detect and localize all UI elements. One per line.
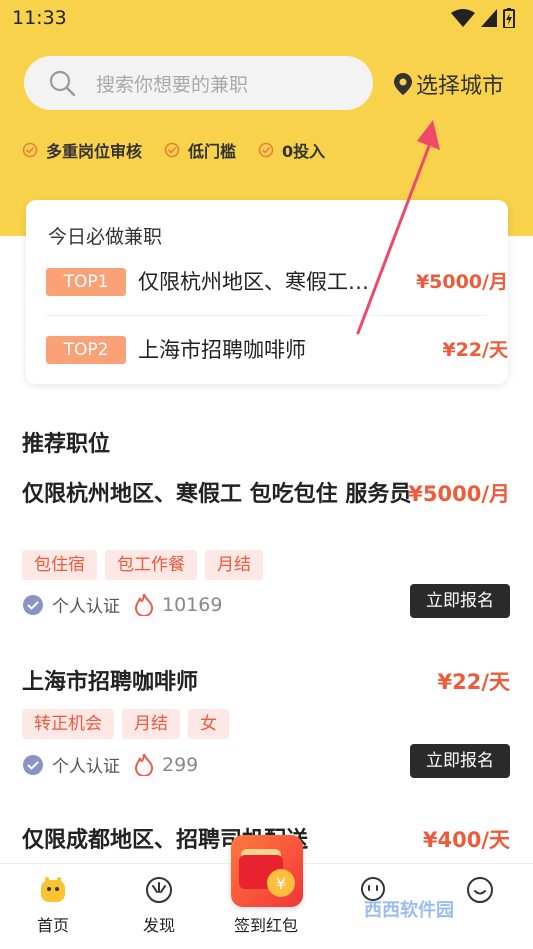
apply-button[interactable]: 立即报名 (410, 584, 510, 618)
top-rank-badge: TOP1 (46, 268, 126, 296)
tab-label: 发现 (142, 916, 175, 935)
red-packet-graphic: ¥ (239, 849, 295, 897)
status-bar: 11:33 (0, 0, 533, 38)
view-count: 10169 (162, 593, 223, 616)
job-tag: 包住宿 (22, 550, 97, 580)
job-salary: ¥5000/月 (408, 482, 510, 506)
status-icons (451, 8, 515, 28)
home-face-icon (41, 877, 65, 902)
daily-top-card: 今日必做兼职 TOP1 仅限杭州地区、寒假工… ¥5000/月 TOP2 上海市… (26, 200, 508, 384)
location-pin-icon (394, 73, 412, 95)
tab-home[interactable]: 首页 (13, 864, 93, 949)
top-job-item[interactable]: TOP1 仅限杭州地区、寒假工… ¥5000/月 (46, 268, 508, 302)
status-time: 11:33 (12, 7, 67, 29)
tab-label: 签到红包 (233, 916, 298, 935)
top-job-item[interactable]: TOP2 上海市招聘咖啡师 ¥22/天 (46, 336, 508, 370)
job-tag: 月结 (205, 550, 263, 580)
recommended-section-title: 推荐职位 (22, 432, 111, 457)
feature-label: 多重岗位审核 (46, 142, 143, 161)
job-tag: 女 (188, 709, 229, 739)
top-job-title: 仅限杭州地区、寒假工… (138, 270, 369, 294)
fire-icon (134, 593, 154, 616)
check-circle-icon (258, 142, 274, 158)
divider (46, 315, 486, 316)
apply-button[interactable]: 立即报名 (410, 744, 510, 778)
city-picker-button[interactable]: 选择城市 (394, 68, 504, 100)
check-circle-icon (164, 142, 180, 158)
job-salary: ¥22/天 (437, 670, 510, 694)
search-input[interactable]: 搜索你想要的兼职 (24, 56, 373, 110)
top-job-salary: ¥5000/月 (415, 271, 508, 293)
job-title: 仅限杭州地区、寒假工 包吃包住 服务员 (22, 482, 412, 507)
check-circle-icon (22, 142, 38, 158)
job-card[interactable]: 上海市招聘咖啡师 ¥22/天 转正机会 月结 女 个人认证 299 立即报名 (22, 668, 512, 788)
top-job-title: 上海市招聘咖啡师 (138, 338, 306, 362)
cert-label: 个人认证 (52, 757, 120, 777)
city-picker-label: 选择城市 (416, 74, 505, 99)
verified-badge-icon (23, 754, 43, 775)
top-rank-badge: TOP2 (46, 336, 126, 364)
search-placeholder: 搜索你想要的兼职 (96, 74, 249, 96)
daily-top-title: 今日必做兼职 (48, 226, 163, 248)
top-job-salary: ¥22/天 (442, 339, 508, 361)
profile-icon (467, 877, 493, 903)
feature-label: 0投入 (282, 142, 326, 161)
job-salary: ¥400/天 (422, 828, 510, 852)
job-tag: 月结 (122, 709, 180, 739)
feature-item: 多重岗位审核 (22, 138, 142, 162)
feature-item: 0投入 (258, 138, 325, 162)
watermark-logo: 西西软件园 (364, 900, 454, 921)
job-title: 仅限成都地区、招聘司机配送 (22, 828, 309, 853)
verified-badge-icon (23, 594, 43, 615)
feature-item: 低门槛 (164, 138, 236, 162)
job-title: 上海市招聘咖啡师 (22, 670, 199, 695)
fire-icon (134, 753, 154, 776)
tab-discover[interactable]: 发现 (119, 864, 199, 949)
job-tag: 转正机会 (22, 709, 114, 739)
job-meta: 个人认证 10169 (22, 592, 222, 617)
red-packet-icon[interactable]: ¥ (231, 835, 303, 907)
cert-label: 个人认证 (52, 597, 120, 617)
svg-text:¥: ¥ (276, 874, 286, 893)
job-card[interactable]: 仅限杭州地区、寒假工 包吃包住 服务员 ¥5000/月 包住宿 包工作餐 月结 … (22, 480, 512, 630)
view-count: 299 (162, 753, 199, 776)
job-tag: 包工作餐 (105, 550, 197, 580)
discover-icon (146, 877, 172, 903)
tab-label: 首页 (36, 916, 69, 935)
feature-list: 多重岗位审核 低门槛 0投入 (22, 138, 325, 162)
job-meta: 个人认证 299 (22, 752, 198, 777)
wifi-icon (451, 9, 475, 27)
signal-icon (481, 9, 497, 27)
job-tags: 包住宿 包工作餐 月结 (22, 550, 263, 580)
battery-icon (503, 8, 515, 28)
search-icon (49, 70, 76, 97)
feature-label: 低门槛 (188, 142, 237, 161)
job-tags: 转正机会 月结 女 (22, 709, 229, 739)
